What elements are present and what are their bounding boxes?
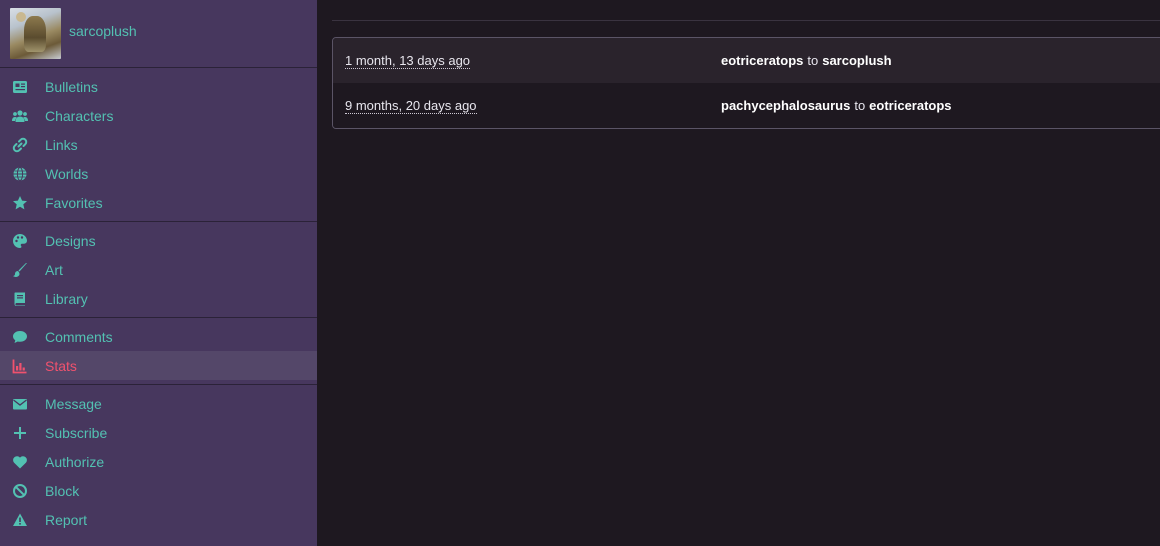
sidebar-item-label: Favorites <box>45 194 103 211</box>
sidebar-item-block[interactable]: Block <box>0 476 317 505</box>
sidebar-item-label: Art <box>45 261 63 278</box>
palette-icon <box>11 232 29 250</box>
sidebar-item-links[interactable]: Links <box>0 130 317 159</box>
sidebar-item-label: Message <box>45 395 102 412</box>
sidebar-item-label: Designs <box>45 232 96 249</box>
sidebar-item-characters[interactable]: Characters <box>0 101 317 130</box>
sidebar-item-label: Links <box>45 136 78 153</box>
transfer-connector: to <box>807 53 819 68</box>
book-icon <box>11 290 29 308</box>
table-row: 9 months, 20 days ago pachycephalosaurus… <box>333 83 1160 128</box>
sidebar-item-label: Library <box>45 290 88 307</box>
sidebar-item-label: Report <box>45 511 88 528</box>
avatar[interactable] <box>10 8 61 59</box>
sidebar-item-label: Block <box>45 482 80 499</box>
users-icon <box>11 107 29 125</box>
nav-group-actions: Message Subscribe Authorize Block Report <box>0 385 317 538</box>
sidebar-item-message[interactable]: Message <box>0 389 317 418</box>
ban-icon <box>11 482 29 500</box>
plus-icon <box>11 424 29 442</box>
username[interactable]: sarcoplush <box>69 23 137 39</box>
sidebar-item-report[interactable]: Report <box>0 505 317 534</box>
sidebar: sarcoplush Bulletins Characters Links Wo… <box>0 0 317 546</box>
globe-icon <box>11 165 29 183</box>
sidebar-item-label: Bulletins <box>45 78 98 95</box>
sidebar-item-label: Subscribe <box>45 424 108 441</box>
comment-icon <box>11 328 29 346</box>
main-content: 1 month, 13 days ago eotriceratops to sarc… <box>317 0 1160 546</box>
sidebar-item-art[interactable]: Art <box>0 255 317 284</box>
page: sarcoplush Bulletins Characters Links Wo… <box>0 0 1160 546</box>
heart-icon <box>11 453 29 471</box>
sidebar-item-label: Characters <box>45 107 114 124</box>
sidebar-item-label: Comments <box>45 328 113 345</box>
to-user[interactable]: sarcoplush <box>822 53 891 68</box>
sidebar-item-subscribe[interactable]: Subscribe <box>0 418 317 447</box>
ownership-history-table: 1 month, 13 days ago eotriceratops to sarc… <box>332 37 1160 129</box>
relative-date[interactable]: 1 month, 13 days ago <box>345 53 471 69</box>
sidebar-item-authorize[interactable]: Authorize <box>0 447 317 476</box>
warning-icon <box>11 511 29 529</box>
paintbrush-icon <box>11 261 29 279</box>
sidebar-item-designs[interactable]: Designs <box>0 226 317 255</box>
transfer-parties: eotriceratops to sarcoplush <box>721 53 892 68</box>
table-row: 1 month, 13 days ago eotriceratops to sarc… <box>333 38 1160 83</box>
relative-date[interactable]: 9 months, 20 days ago <box>345 98 477 114</box>
transfer-date: 9 months, 20 days ago <box>333 98 721 114</box>
sidebar-item-label: Stats <box>45 357 77 374</box>
transfer-connector: to <box>854 98 866 113</box>
sidebar-item-stats[interactable]: Stats <box>0 351 317 380</box>
transfer-parties: pachycephalosaurus to eotriceratops <box>721 98 952 113</box>
chart-icon <box>11 357 29 375</box>
sidebar-item-worlds[interactable]: Worlds <box>0 159 317 188</box>
sidebar-item-comments[interactable]: Comments <box>0 322 317 351</box>
sidebar-item-favorites[interactable]: Favorites <box>0 188 317 217</box>
transfer-date: 1 month, 13 days ago <box>333 53 721 69</box>
nav-group-profile: Bulletins Characters Links Worlds Favori… <box>0 68 317 222</box>
from-user[interactable]: eotriceratops <box>721 53 803 68</box>
nav-group-content: Designs Art Library <box>0 222 317 318</box>
to-user[interactable]: eotriceratops <box>869 98 951 113</box>
header-divider <box>332 20 1160 21</box>
envelope-icon <box>11 395 29 413</box>
star-icon <box>11 194 29 212</box>
sidebar-item-bulletins[interactable]: Bulletins <box>0 72 317 101</box>
profile-header[interactable]: sarcoplush <box>0 0 317 68</box>
from-user[interactable]: pachycephalosaurus <box>721 98 850 113</box>
link-icon <box>11 136 29 154</box>
sidebar-item-label: Authorize <box>45 453 105 470</box>
sidebar-item-library[interactable]: Library <box>0 284 317 313</box>
newspaper-icon <box>11 78 29 96</box>
sidebar-item-label: Worlds <box>45 165 89 182</box>
nav-group-activity: Comments Stats <box>0 318 317 385</box>
